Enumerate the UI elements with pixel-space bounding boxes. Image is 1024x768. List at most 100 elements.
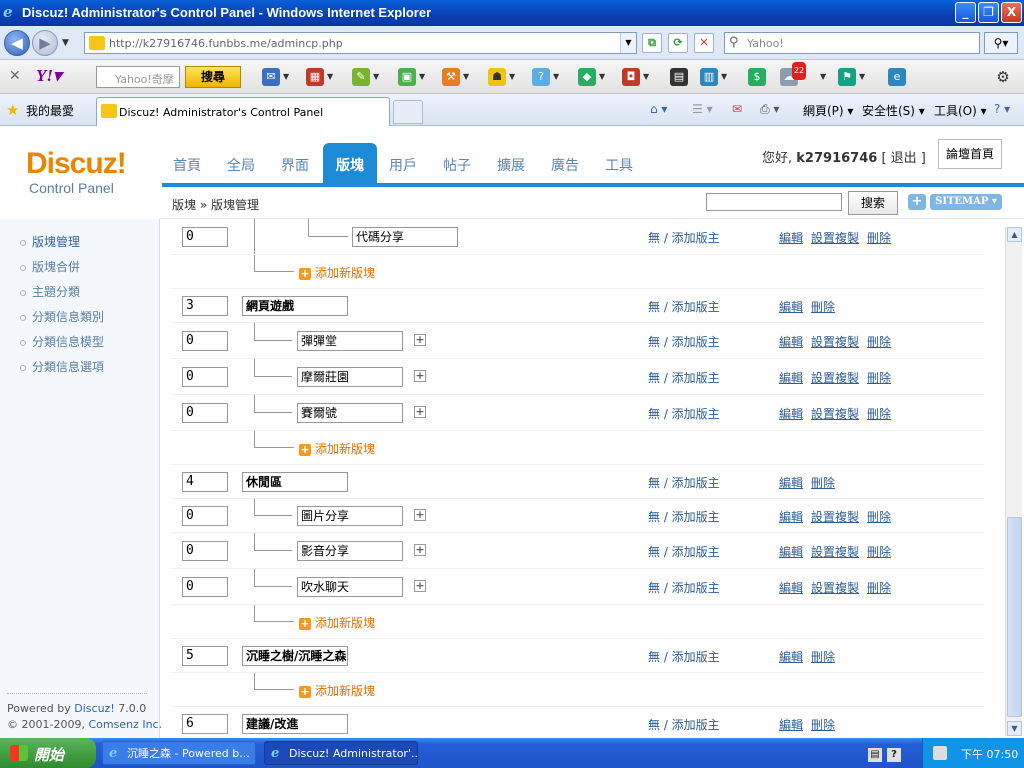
- scroll-thumb[interactable]: [1007, 517, 1022, 717]
- discuz-logo[interactable]: Discuz! Control Panel: [0, 127, 160, 217]
- edit-link[interactable]: 編輯: [779, 510, 803, 524]
- history-dropdown-icon[interactable]: ▼: [62, 38, 69, 48]
- display-order-input[interactable]: 0: [182, 577, 228, 597]
- display-order-input[interactable]: 0: [182, 331, 228, 351]
- add-new-forum-link[interactable]: + 添加新版塊: [299, 440, 375, 457]
- minimize-button[interactable]: _: [955, 2, 976, 23]
- taskbar-window-forum[interactable]: e 沉睡之森 - Powered b...: [102, 741, 256, 765]
- forum-name-input[interactable]: 彈彈堂: [297, 331, 403, 351]
- tools-menu[interactable]: 工具(O) ▾: [934, 102, 987, 119]
- start-button[interactable]: 開始: [0, 738, 96, 768]
- moderators-link[interactable]: 無 / 添加版主: [648, 579, 720, 596]
- new-tab-button[interactable]: [393, 100, 423, 124]
- add-new-forum-link[interactable]: + 添加新版塊: [299, 264, 375, 281]
- add-subforum-icon[interactable]: +: [414, 509, 426, 521]
- nav-global[interactable]: 全局: [227, 155, 255, 175]
- display-order-input[interactable]: 0: [182, 367, 228, 387]
- nav-home[interactable]: 首頁: [173, 155, 201, 175]
- add-shortcut-icon[interactable]: +: [908, 194, 926, 210]
- display-order-input[interactable]: 0: [182, 403, 228, 423]
- display-order-input[interactable]: 4: [182, 472, 228, 492]
- scroll-down-icon[interactable]: ▼: [1007, 721, 1022, 736]
- display-order-input[interactable]: 3: [182, 296, 228, 316]
- yahoo-search-button[interactable]: 搜尋: [185, 66, 241, 88]
- print-icon[interactable]: ⎙ ▾: [760, 102, 779, 117]
- sidebar-item-forum-merge[interactable]: 版塊合併: [20, 258, 80, 275]
- admin-search-input[interactable]: [706, 193, 842, 211]
- add-subforum-icon[interactable]: +: [414, 406, 426, 418]
- sidebar-item-info-options[interactable]: 分類信息選項: [20, 358, 104, 375]
- forum-name-input[interactable]: 圖片分享: [297, 506, 403, 526]
- display-order-input[interactable]: 0: [182, 506, 228, 526]
- group-name-input[interactable]: 沉睡之樹/沉睡之森: [242, 646, 348, 666]
- photos-icon[interactable]: ▣ ▼: [398, 68, 425, 86]
- shopping-icon[interactable]: ☗ ▼: [488, 68, 515, 86]
- forum-name-input[interactable]: 影音分享: [297, 541, 403, 561]
- delete-link[interactable]: 刪除: [867, 407, 891, 421]
- edit-link[interactable]: 編輯: [779, 581, 803, 595]
- edit-link[interactable]: 編輯: [779, 718, 803, 732]
- copy-link[interactable]: 設置複製: [811, 231, 859, 245]
- settings-gear-icon[interactable]: ⚙: [994, 68, 1012, 86]
- delete-link[interactable]: 刪除: [867, 545, 891, 559]
- feeds-icon[interactable]: ☰ ▾: [692, 102, 713, 116]
- browser-search-input[interactable]: ⚲ Yahoo!: [724, 32, 980, 54]
- moderators-link[interactable]: 無 / 添加版主: [648, 229, 720, 246]
- browser-tab[interactable]: Discuz! Administrator's Control Panel: [96, 97, 390, 126]
- games-icon[interactable]: ◆ ▼: [578, 68, 605, 86]
- edit-link[interactable]: 編輯: [779, 231, 803, 245]
- delete-link[interactable]: 刪除: [867, 335, 891, 349]
- forum-name-input[interactable]: 賽爾號: [297, 403, 403, 423]
- close-toolbar-icon[interactable]: ✕: [9, 68, 21, 84]
- forum-name-input[interactable]: 代碼分享: [352, 227, 458, 247]
- delete-link[interactable]: 刪除: [811, 650, 835, 664]
- admin-search-button[interactable]: 搜索: [848, 191, 898, 215]
- favorites-button[interactable]: 我的最愛: [26, 102, 74, 119]
- keyboard-icon[interactable]: ▤: [868, 748, 882, 762]
- copy-link[interactable]: 設置複製: [811, 510, 859, 524]
- sitemap-button[interactable]: SITEMAP ▾: [930, 194, 1002, 210]
- flag-icon[interactable]: ⚑ ▼: [838, 68, 865, 86]
- mail-read-icon[interactable]: ✉: [732, 102, 742, 116]
- home-icon[interactable]: ⌂ ▾: [650, 102, 667, 116]
- ie-icon[interactable]: e: [888, 68, 906, 86]
- nav-forums[interactable]: 版塊: [323, 143, 377, 185]
- forum-home-button[interactable]: 論壇首頁: [938, 139, 1002, 169]
- stocks-icon[interactable]: $: [748, 68, 766, 86]
- url-dropdown-icon[interactable]: ▼: [620, 33, 636, 53]
- moderators-link[interactable]: 無 / 添加版主: [648, 508, 720, 525]
- mail-icon[interactable]: ✉ ▼: [262, 68, 289, 86]
- nav-posts[interactable]: 帖子: [443, 155, 471, 175]
- safety-menu[interactable]: 安全性(S) ▾: [862, 102, 925, 119]
- notes-icon[interactable]: ✎ ▼: [352, 68, 379, 86]
- sidebar-item-forum-management[interactable]: 版塊管理: [20, 233, 80, 250]
- display-order-input[interactable]: 6: [182, 714, 228, 734]
- news-icon[interactable]: ▥ ▼: [700, 68, 727, 86]
- discuz-link[interactable]: Discuz!: [74, 702, 114, 715]
- group-name-input[interactable]: 建議/改進: [242, 714, 348, 734]
- search-go-button[interactable]: ⚲▾: [984, 32, 1018, 54]
- page-menu[interactable]: 網頁(P) ▾: [803, 102, 853, 119]
- volume-icon[interactable]: [933, 746, 947, 760]
- yahoo-search-input[interactable]: Yahoo!奇摩: [96, 66, 180, 88]
- add-subforum-icon[interactable]: +: [414, 544, 426, 556]
- close-button[interactable]: X: [1001, 2, 1022, 23]
- scroll-up-icon[interactable]: ▲: [1007, 227, 1022, 242]
- edit-link[interactable]: 編輯: [779, 335, 803, 349]
- url-field[interactable]: http://k27916746.funbbs.me/admincp.php ▼: [84, 32, 637, 54]
- moderators-link[interactable]: 無 / 添加版主: [648, 298, 720, 315]
- add-subforum-icon[interactable]: +: [414, 334, 426, 346]
- delete-link[interactable]: 刪除: [811, 300, 835, 314]
- moderators-link[interactable]: 無 / 添加版主: [648, 543, 720, 560]
- forum-name-input[interactable]: 吹水聊天: [297, 577, 403, 597]
- delete-link[interactable]: 刪除: [811, 476, 835, 490]
- nav-ads[interactable]: 廣告: [551, 155, 579, 175]
- moderators-link[interactable]: 無 / 添加版主: [648, 333, 720, 350]
- delete-link[interactable]: 刪除: [867, 231, 891, 245]
- edit-link[interactable]: 編輯: [779, 407, 803, 421]
- sidebar-item-info-models[interactable]: 分類信息模型: [20, 333, 104, 350]
- help-icon[interactable]: ? ▾: [994, 102, 1010, 116]
- back-button[interactable]: ◀: [4, 30, 30, 56]
- add-subforum-icon[interactable]: +: [414, 580, 426, 592]
- forward-button[interactable]: ▶: [32, 30, 58, 56]
